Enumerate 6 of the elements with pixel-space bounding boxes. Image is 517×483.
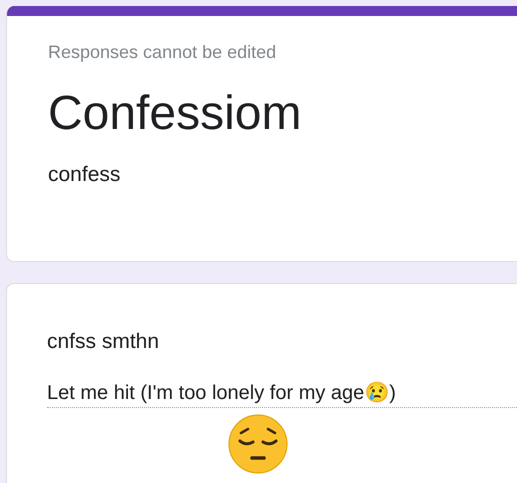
sad-face-icon (228, 414, 288, 474)
notice-text: Responses cannot be edited (48, 42, 278, 63)
answer-field: Let me hit (I'm too lonely for my age😢) (47, 380, 517, 408)
form-description: confess (48, 163, 122, 187)
form-title: Confessiom (48, 86, 302, 142)
question-text: cnfss smthn (47, 330, 160, 354)
